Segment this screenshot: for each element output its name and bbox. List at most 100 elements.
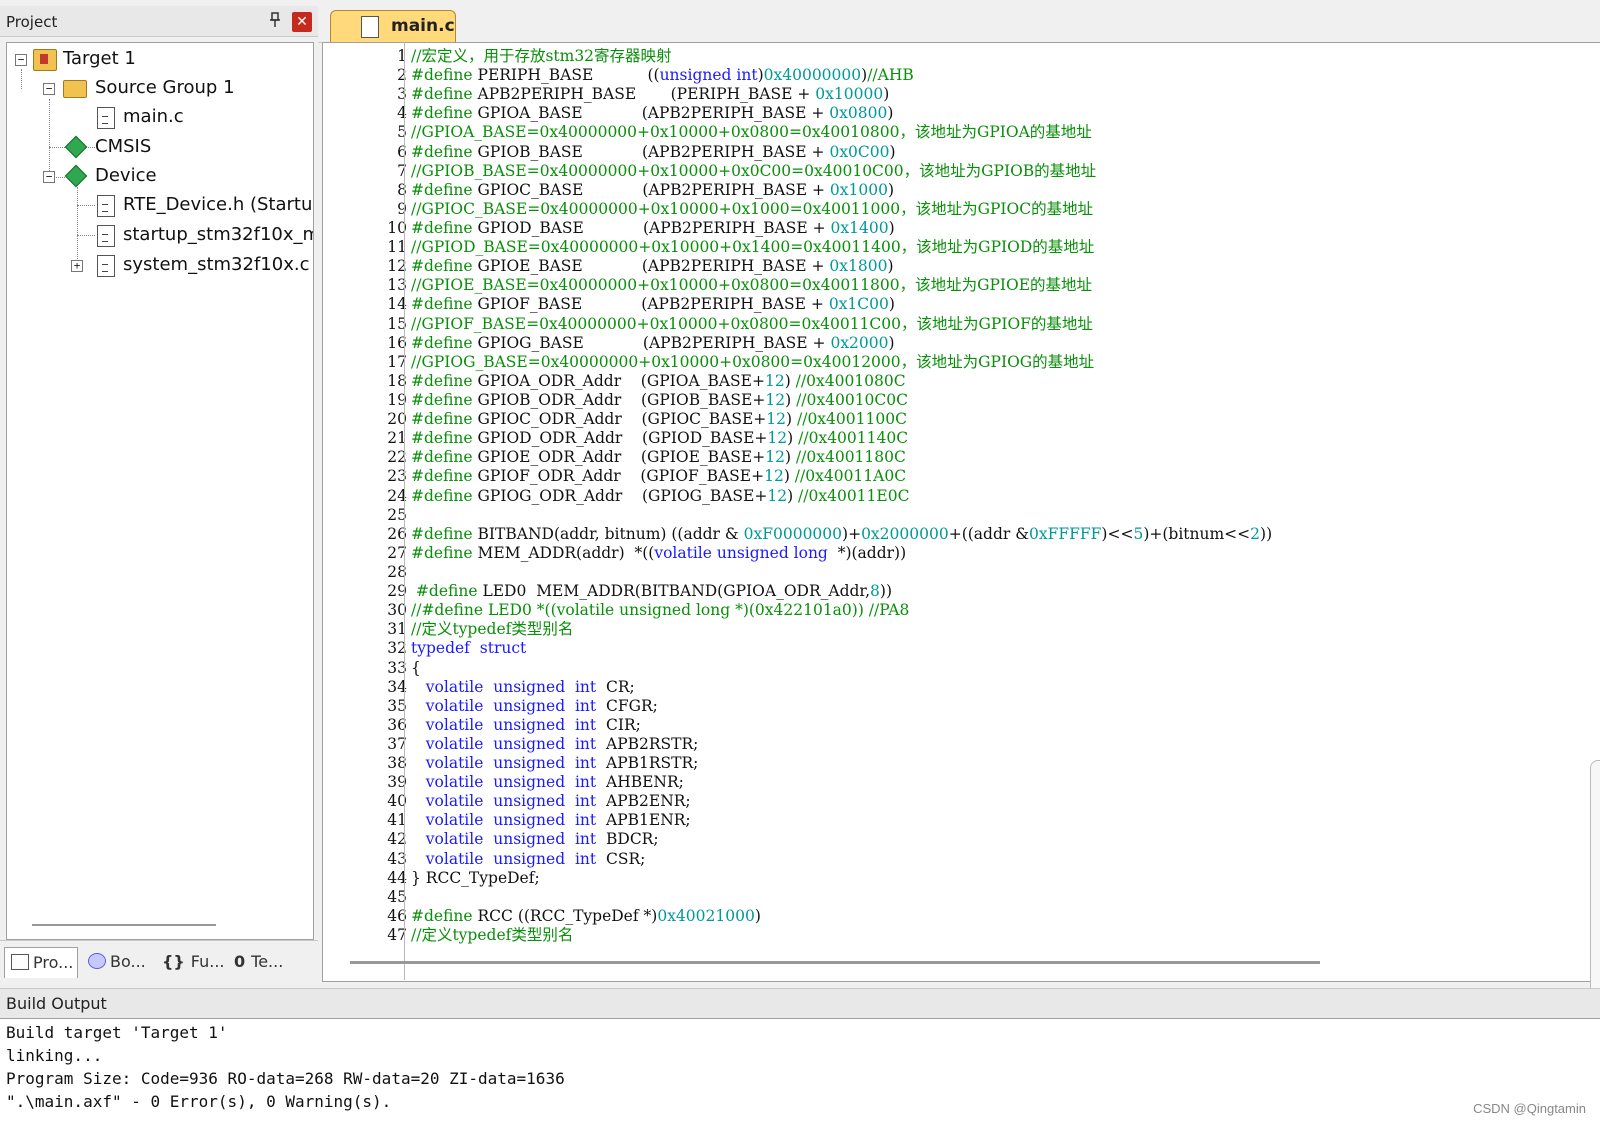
- code-token: GPIOE_ODR_Addr (GPIOE_BASE+: [477, 448, 766, 467]
- code-token: 12: [767, 486, 788, 505]
- tab-project[interactable]: Pro...: [4, 947, 78, 978]
- line-text: volatile unsigned int CFGR;: [411, 697, 658, 716]
- build-output-title: Build Output: [6, 994, 107, 1013]
- code-token: 12: [766, 410, 787, 429]
- tab-functions[interactable]: {} Fu...: [158, 947, 228, 977]
- pin-icon[interactable]: [268, 12, 282, 28]
- code-token: ): [887, 257, 894, 276]
- line-number: 35: [387, 696, 407, 715]
- code-token: //GPIOC_BASE=0x40000000+0x10000+0x1000=0…: [411, 199, 1094, 218]
- tree-item-label: Target 1: [63, 48, 136, 69]
- code-token: //#define LED0 *((volatile unsigned long…: [411, 601, 910, 620]
- code-token: GPIOF_ODR_Addr (GPIOF_BASE+: [477, 467, 765, 486]
- code-token: 12: [767, 429, 788, 448]
- code-token: #define: [411, 142, 478, 161]
- code-line: 28: [323, 563, 1583, 582]
- line-text: #define GPIOD_ODR_Addr (GPIOD_BASE+12) /…: [411, 429, 908, 448]
- code-token: 0xF0000000: [743, 524, 843, 543]
- line-text: volatile unsigned int CSR;: [411, 849, 646, 869]
- code-token: #define: [411, 486, 478, 505]
- line-text: #define GPIOF_ODR_Addr (GPIOF_BASE+12) /…: [411, 467, 906, 486]
- code-token: GPIOD_ODR_Addr (GPIOD_BASE+: [477, 429, 768, 448]
- collapse-icon[interactable]: −: [43, 171, 55, 183]
- tab-templates[interactable]: 0 Te...: [232, 947, 302, 977]
- line-text: volatile unsigned int AHBENR;: [411, 773, 684, 792]
- code-line: 33{: [323, 659, 1583, 678]
- line-number: 11: [387, 238, 407, 257]
- code-line: 24 #define GPIOG_ODR_Addr (GPIOG_BASE+12)…: [323, 487, 1583, 506]
- code-token: GPIOE_BASE (APB2PERIPH_BASE +: [477, 257, 830, 276]
- line-number: 34: [387, 677, 407, 696]
- code-token: GPIOD_BASE (APB2PERIPH_BASE +: [477, 218, 831, 237]
- project-tree[interactable]: − Target 1 − Source Group 1 main.c CMSIS…: [6, 42, 314, 940]
- code-token: 0x40000000: [763, 66, 862, 85]
- code-line: 42 volatile unsigned int BDCR;: [323, 830, 1583, 849]
- tab-label: main.c: [391, 16, 455, 36]
- code-token: CSR;: [606, 849, 646, 868]
- code-token: CR;: [606, 677, 635, 696]
- code-token: PERIPH_BASE: [477, 66, 648, 85]
- code-token: 0x1C00: [828, 295, 889, 314]
- code-token: unsigned int: [659, 66, 758, 85]
- code-line: 23 #define GPIOF_ODR_Addr (GPIOF_BASE+12)…: [323, 467, 1583, 486]
- line-number: 26: [387, 524, 407, 543]
- code-editor[interactable]: 1//宏定义，用于存放stm32寄存器映射 2 #define PERIPH_BAS…: [322, 42, 1600, 982]
- line-text: #define LED0 MEM_ADDR(BITBAND(GPIOA_ODR_…: [411, 582, 892, 601]
- editor-horizontal-scrollbar[interactable]: [330, 955, 1550, 975]
- line-number: 27: [387, 543, 407, 562]
- file-icon: [97, 195, 115, 217]
- code-token: //0x4001100C: [797, 410, 907, 429]
- code-line: 31//定义typedef类型别名: [323, 620, 1583, 639]
- line-number: 17: [387, 352, 407, 371]
- line-number: 18: [387, 371, 407, 390]
- project-horizontal-scrollbar[interactable]: [32, 924, 216, 932]
- code-token: BDCR;: [606, 830, 659, 849]
- code-line: 14 #define GPIOF_BASE (APB2PERIPH_BASE + …: [323, 295, 1583, 314]
- close-icon[interactable]: ✕: [292, 12, 312, 32]
- code-token: GPIOF_BASE (APB2PERIPH_BASE +: [477, 295, 829, 314]
- line-text: #define GPIOB_BASE (APB2PERIPH_BASE + 0x…: [411, 143, 896, 162]
- code-token: 0x0C00: [829, 142, 890, 161]
- tab-main-c[interactable]: main.c: [330, 10, 456, 43]
- tab-books[interactable]: Bo...: [82, 947, 150, 977]
- code-token: RCC ((RCC_TypeDef *): [477, 906, 658, 925]
- collapse-icon[interactable]: −: [43, 83, 55, 95]
- code-token: ): [888, 295, 895, 314]
- code-token: volatile unsigned int: [411, 754, 606, 773]
- code-token: #define: [411, 257, 478, 276]
- window-edge: [1590, 760, 1600, 991]
- tree-connector: [77, 205, 95, 206]
- line-text: volatile unsigned int CR;: [411, 678, 635, 697]
- code-token: #define: [411, 66, 478, 85]
- code-token: 0xFFFFF: [1029, 524, 1102, 543]
- build-output-pane[interactable]: Build target 'Target 1' linking... Progr…: [0, 1018, 1600, 1143]
- line-text: {: [411, 659, 421, 678]
- scrollbar-thumb[interactable]: [350, 961, 1320, 964]
- code-line: 41 volatile unsigned int APB1ENR;: [323, 811, 1583, 830]
- line-number: 10: [387, 218, 407, 237]
- line-text: //GPIOB_BASE=0x40000000+0x10000+0x0C00=0…: [411, 162, 1096, 181]
- code-token: APB2PERIPH_BASE (PERIPH_BASE +: [477, 85, 816, 104]
- line-number: 38: [387, 754, 407, 773]
- expand-icon[interactable]: +: [71, 260, 83, 272]
- templates-icon: 0: [234, 952, 246, 971]
- code-token: 12: [764, 371, 785, 390]
- line-number: 45: [387, 887, 407, 906]
- code-line: 37 volatile unsigned int APB2RSTR;: [323, 735, 1583, 754]
- line-text: #define GPIOF_BASE (APB2PERIPH_BASE + 0x…: [411, 295, 895, 314]
- code-token: ): [784, 448, 796, 467]
- code-token: )): [879, 582, 893, 601]
- code-line: 22 #define GPIOE_ODR_Addr (GPIOE_BASE+12)…: [323, 448, 1583, 467]
- collapse-icon[interactable]: −: [15, 54, 27, 66]
- tree-item-label: startup_stm32f10x_md: [123, 224, 314, 245]
- tab-label: Pro...: [33, 953, 74, 972]
- code-line: 44} RCC_TypeDef;: [323, 869, 1583, 888]
- line-number: 12: [387, 257, 407, 276]
- code-line: 3 #define APB2PERIPH_BASE (PERIPH_BASE + …: [323, 85, 1583, 104]
- line-number: 6: [397, 142, 407, 161]
- code-line: 36 volatile unsigned int CIR;: [323, 716, 1583, 735]
- build-output-line: Program Size: Code=936 RO-data=268 RW-da…: [6, 1069, 565, 1088]
- code-token: //AHB: [867, 66, 914, 85]
- code-token: //GPIOA_BASE=0x40000000+0x10000+0x0800=0…: [411, 123, 1092, 142]
- line-number: 23: [387, 467, 407, 486]
